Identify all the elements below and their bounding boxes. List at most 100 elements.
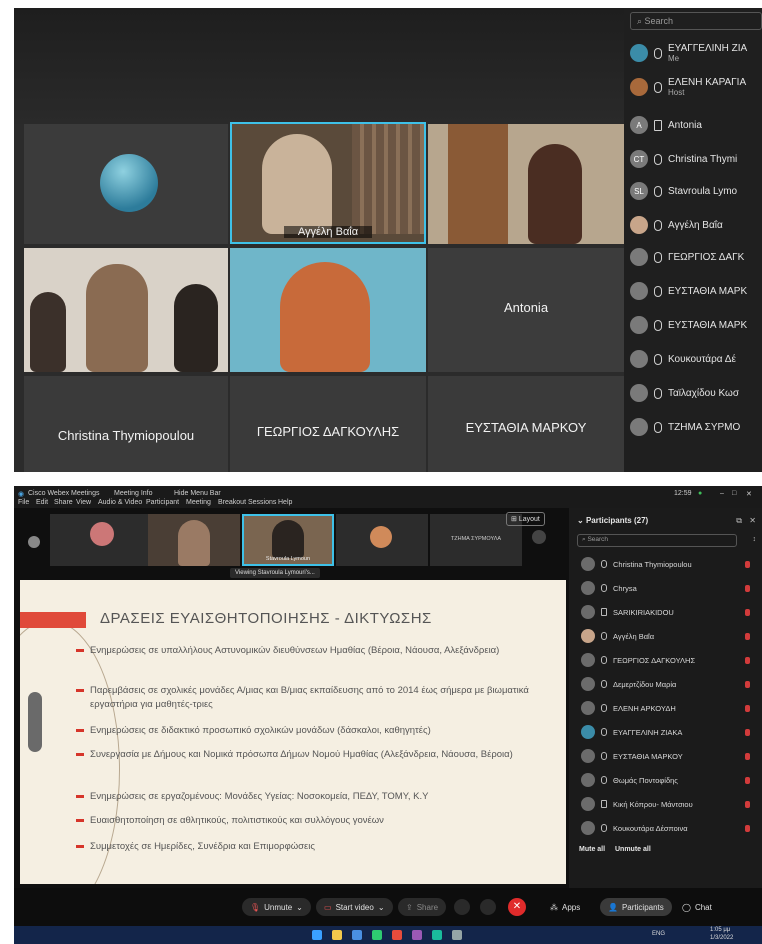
- video-tile-avatar[interactable]: [24, 124, 228, 244]
- participant-row[interactable]: Δεμερτζίδου Μαρία: [569, 672, 762, 696]
- participant-row[interactable]: Θωμάς Ποντοφίδης: [569, 768, 762, 792]
- participant-row[interactable]: Chrysa: [569, 576, 762, 600]
- participant-row[interactable]: ΕΥΣΤΑΘΙΑ ΜΑΡΚ: [630, 276, 762, 306]
- video-tile[interactable]: [428, 124, 624, 244]
- menu-breakout[interactable]: Breakout Sessions: [218, 499, 276, 506]
- tile-name-label: Christina Thymiopoulou: [57, 428, 195, 443]
- video-tile[interactable]: [24, 248, 228, 372]
- menu-edit[interactable]: Edit: [36, 499, 48, 506]
- participant-name: ΕΥΑΓΓΕΛΙΝΗ ΖΙΑ: [668, 43, 748, 54]
- unmute-all-button[interactable]: Unmute all: [615, 846, 651, 853]
- close-icon[interactable]: ✕: [746, 490, 752, 498]
- start-video-button[interactable]: ▭ Start video ⌄: [316, 898, 393, 916]
- shared-slide: ΔΡΑΣΕΙΣ ΕΥΑΙΣΘΗΤΟΠΟΙΗΣΗΣ - ΔΙΚΤΥΩΣΗΣ Ενη…: [20, 580, 566, 884]
- participant-row[interactable]: Κουκουτάρα Δέ: [630, 344, 762, 374]
- participant-row[interactable]: ΕΛΕΝΗ ΚΑΡΑΓΙΑ Host: [630, 70, 762, 104]
- participant-row[interactable]: ΓΕΩΡΓΙΟΣ ΔΑΓΚΟΥΛΗΣ: [569, 648, 762, 672]
- more-icon[interactable]: [480, 899, 496, 915]
- chevron-down-icon[interactable]: ⌄: [577, 516, 586, 525]
- video-thumb[interactable]: [336, 514, 428, 566]
- participant-row[interactable]: ΕΥΑΓΓΕΛΙΝΗ ΖΙΑΚΑ: [569, 720, 762, 744]
- participant-name: Θωμάς Ποντοφίδης: [613, 775, 678, 785]
- participant-row[interactable]: ΤΖΗΜΑ ΣΥΡΜΟ: [630, 412, 762, 442]
- menu-meeting[interactable]: Meeting: [186, 499, 211, 506]
- popout-icon[interactable]: ⧉: [736, 516, 742, 526]
- search-input[interactable]: ⌕ Search: [577, 534, 737, 547]
- app-icon[interactable]: [452, 930, 462, 940]
- screen-icon: [601, 608, 607, 616]
- participant-row[interactable]: Κουκουτάρα Δέσποινα: [569, 816, 762, 840]
- hide-menu-bar-button[interactable]: Hide Menu Bar: [174, 490, 221, 497]
- participant-row[interactable]: Christina Thymiopoulou: [569, 552, 762, 576]
- minimize-icon[interactable]: –: [720, 490, 724, 497]
- chat-button[interactable]: ◯ Chat: [674, 898, 720, 916]
- muted-icon: [745, 657, 750, 664]
- share-icon: ⇪: [406, 902, 413, 912]
- avatar: [370, 526, 392, 548]
- participants-button[interactable]: 👤 Participants: [600, 898, 672, 916]
- participant-row[interactable]: Κική Κόπρου- Μάντσιου: [569, 792, 762, 816]
- person-video: [86, 264, 148, 372]
- webex-icon[interactable]: [432, 930, 442, 940]
- file-explorer-icon[interactable]: [332, 930, 342, 940]
- sort-icon[interactable]: ↕: [753, 536, 757, 543]
- slide-side-control[interactable]: [28, 692, 42, 752]
- menu-audio-video[interactable]: Audio & Video: [98, 499, 142, 506]
- video-thumb-active[interactable]: Stavroula Lymoun: [242, 514, 334, 566]
- participant-row[interactable]: ΕΥΑΓΓΕΛΙΝΗ ΖΙΑ Me: [630, 36, 762, 70]
- menu-view[interactable]: View: [76, 499, 91, 506]
- video-thumb[interactable]: [148, 514, 240, 566]
- end-meeting-icon[interactable]: ✕: [508, 898, 526, 916]
- participants-panel: ⌄ Participants (27) ⧉ ✕ ⌕ Search ↕ Chris…: [569, 508, 762, 888]
- menu-help[interactable]: Help: [278, 499, 292, 506]
- participant-row[interactable]: CT Christina Thymi: [630, 144, 762, 174]
- apps-button[interactable]: ⁂ Apps: [542, 898, 588, 916]
- avatar: [630, 418, 648, 436]
- participant-row[interactable]: SL Stavroula Lymo: [630, 176, 762, 206]
- windows-start-icon[interactable]: [312, 930, 322, 940]
- participant-row[interactable]: ΕΥΣΤΑΘΙΑ ΜΑΡΚΟΥ: [569, 744, 762, 768]
- video-tile-active[interactable]: Αγγέλη Βαΐα: [230, 122, 426, 244]
- app-icon[interactable]: [372, 930, 382, 940]
- layout-button[interactable]: ⊞ Layout: [506, 512, 545, 526]
- record-icon[interactable]: [454, 899, 470, 915]
- menu-file[interactable]: File: [18, 499, 29, 506]
- muted-icon: [745, 825, 750, 832]
- avatar: [581, 701, 595, 715]
- strip-prev-icon[interactable]: [28, 536, 40, 548]
- meeting-info-button[interactable]: Meeting Info: [114, 490, 153, 497]
- unmute-button[interactable]: 🎙 Unmute ⌄: [242, 898, 311, 916]
- close-panel-icon[interactable]: ✕: [749, 516, 756, 525]
- video-tile-name[interactable]: Christina Thymiopoulou: [24, 376, 228, 472]
- video-tile[interactable]: [230, 248, 426, 372]
- menu-participant[interactable]: Participant: [146, 499, 179, 506]
- search-input[interactable]: ⌕ Search: [630, 12, 762, 30]
- chevron-down-icon: ⌄: [377, 902, 385, 912]
- participant-row[interactable]: ΕΥΣΤΑΘΙΑ ΜΑΡΚ: [630, 310, 762, 340]
- menu-share[interactable]: Share: [54, 499, 73, 506]
- participant-row[interactable]: Αγγέλη Βαΐα: [630, 210, 762, 240]
- participant-row[interactable]: A Antonia: [630, 110, 762, 140]
- mute-all-button[interactable]: Mute all: [579, 846, 605, 853]
- chrome-icon[interactable]: [392, 930, 402, 940]
- meeting-photo-top: Αγγέλη Βαΐα Antonia Christina Thymiopoul…: [14, 8, 762, 472]
- video-thumb[interactable]: [50, 514, 154, 566]
- strip-next-icon[interactable]: [532, 530, 546, 544]
- browser-icon[interactable]: [352, 930, 362, 940]
- participant-row[interactable]: ΕΛΕΝΗ ΑΡΚΟΥΔΗ: [569, 696, 762, 720]
- participant-row[interactable]: Ταϊλαχίδου Κωσ: [630, 378, 762, 408]
- participant-role: Host: [668, 88, 685, 97]
- microphone-icon: [654, 251, 662, 263]
- participant-row[interactable]: Αγγέλη Βαΐα: [569, 624, 762, 648]
- video-tile-name[interactable]: ΓΕΩΡΓΙΟΣ ΔΑΓΚΟΥΛΗΣ: [230, 376, 426, 472]
- maximize-icon[interactable]: □: [732, 490, 736, 497]
- microphone-icon: [654, 153, 662, 165]
- door: [448, 124, 508, 244]
- person-video: [30, 292, 66, 372]
- app-icon[interactable]: [412, 930, 422, 940]
- share-button[interactable]: ⇪ Share: [398, 898, 447, 916]
- video-tile-name[interactable]: ΕΥΣΤΑΘΙΑ ΜΑΡΚΟΥ: [428, 376, 624, 472]
- participant-row[interactable]: ΓΕΩΡΓΙΟΣ ΔΑΓΚ: [630, 242, 762, 272]
- participant-row[interactable]: SARIKIRIAKIDOU: [569, 600, 762, 624]
- video-tile-name[interactable]: Antonia: [428, 248, 624, 372]
